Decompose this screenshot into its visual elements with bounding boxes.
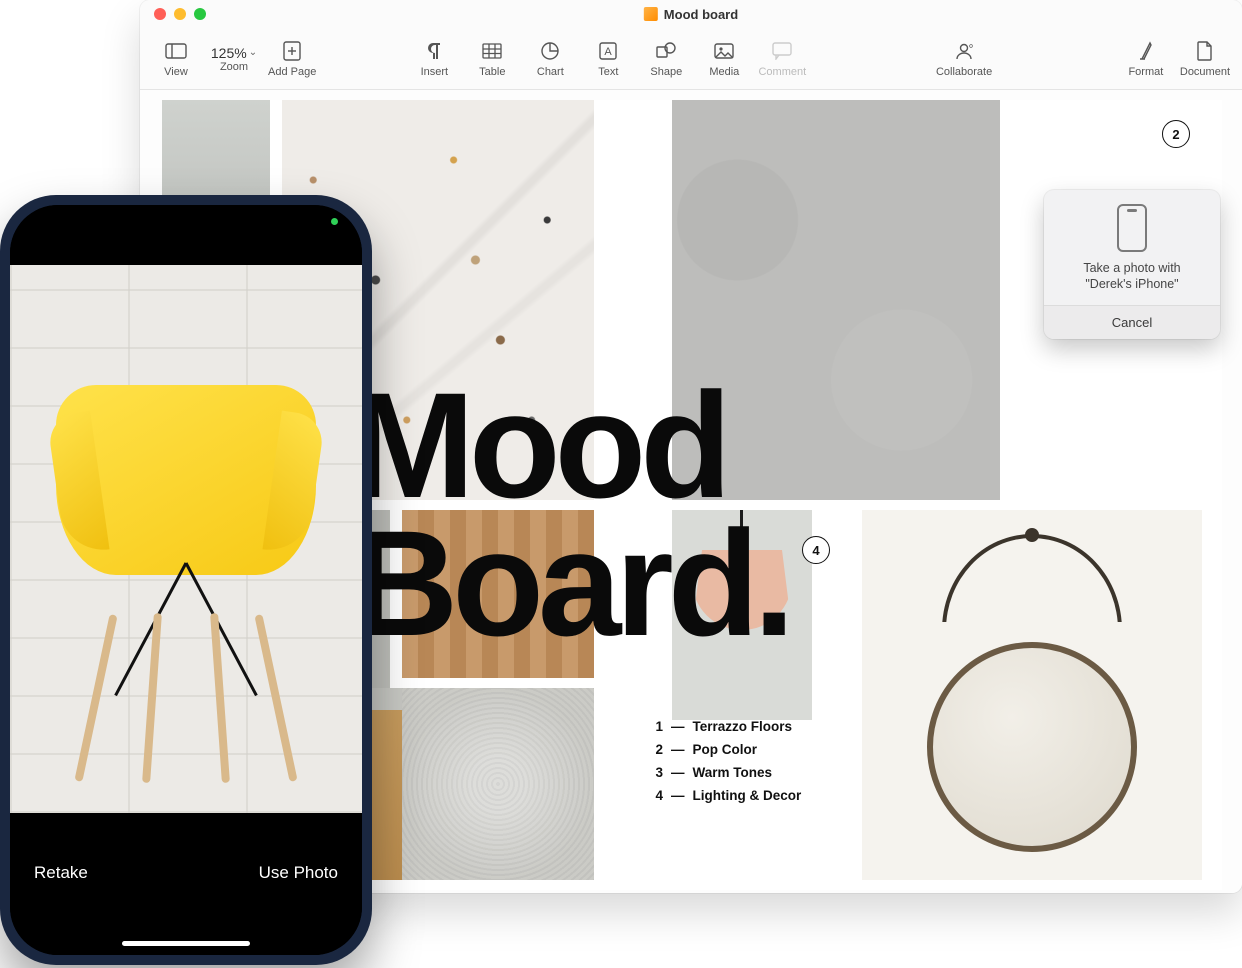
legend-label: Pop Color (693, 739, 758, 762)
zoom-value: 125% (211, 45, 247, 61)
sidebar-icon (165, 40, 187, 62)
toolbar: View 125% ⌄ Zoom Add Page Insert (140, 28, 1242, 90)
minimize-window-button[interactable] (174, 8, 186, 20)
iphone-device: Retake Use Photo (0, 195, 372, 965)
document-label: Document (1180, 66, 1230, 78)
moodboard-image-mirror[interactable] (862, 510, 1202, 880)
zoom-label: Zoom (220, 61, 248, 73)
insert-button[interactable]: Insert (410, 40, 458, 78)
use-photo-button[interactable]: Use Photo (259, 863, 338, 883)
window-title: Mood board (644, 7, 738, 22)
zoom-control[interactable]: 125% ⌄ Zoom (210, 45, 258, 73)
collaborate-button[interactable]: Collaborate (936, 40, 992, 78)
legend-label: Lighting & Decor (693, 785, 802, 808)
shape-button[interactable]: Shape (642, 40, 690, 78)
collaborate-label: Collaborate (936, 66, 992, 78)
table-label: Table (479, 66, 505, 78)
view-label: View (164, 66, 188, 78)
comment-icon (771, 40, 793, 62)
text-button[interactable]: A Text (584, 40, 632, 78)
legend-row: 4—Lighting & Decor (649, 785, 801, 808)
add-page-icon (281, 40, 303, 62)
view-button[interactable]: View (152, 40, 200, 78)
document-icon (644, 7, 658, 21)
legend-row: 3—Warm Tones (649, 762, 801, 785)
callout-2[interactable]: 2 (1162, 120, 1190, 148)
document-title[interactable]: Mood Board. (350, 376, 789, 652)
document-settings-icon (1194, 40, 1216, 62)
collaborate-icon (953, 40, 975, 62)
iphone-notch (111, 205, 261, 235)
window-title-text: Mood board (664, 7, 738, 22)
table-button[interactable]: Table (468, 40, 516, 78)
legend-label: Warm Tones (693, 762, 773, 785)
camera-bottom-bar: Retake Use Photo (10, 813, 362, 955)
text-icon: A (597, 40, 619, 62)
comment-label: Comment (758, 66, 806, 78)
mirror-face-graphic (927, 642, 1137, 852)
iphone-screen: Retake Use Photo (10, 205, 362, 955)
add-page-label: Add Page (268, 66, 316, 78)
camera-photo-preview[interactable] (10, 265, 362, 813)
chair-photo-graphic (56, 385, 316, 765)
media-button[interactable]: Media (700, 40, 748, 78)
home-indicator[interactable] (122, 941, 250, 946)
comment-button[interactable]: Comment (758, 40, 806, 78)
add-page-button[interactable]: Add Page (268, 40, 316, 78)
table-icon (481, 40, 503, 62)
shape-icon (655, 40, 677, 62)
moodboard-image-fur[interactable] (402, 688, 594, 880)
insert-label: Insert (421, 66, 449, 78)
chart-icon (539, 40, 561, 62)
fullscreen-window-button[interactable] (194, 8, 206, 20)
text-label: Text (598, 66, 618, 78)
camera-active-indicator (331, 218, 338, 225)
chart-label: Chart (537, 66, 564, 78)
legend-row: 2—Pop Color (649, 739, 801, 762)
format-button[interactable]: Format (1122, 40, 1170, 78)
svg-text:A: A (605, 46, 613, 58)
popover-cancel-button[interactable]: Cancel (1044, 305, 1220, 339)
legend-list[interactable]: 1—Terrazzo Floors 2—Pop Color 3—Warm Ton… (649, 716, 801, 808)
document-button[interactable]: Document (1180, 40, 1230, 78)
popover-text: Take a photo with "Derek's iPhone" (1054, 260, 1210, 293)
title-line2: Board. (350, 499, 789, 667)
chevron-down-icon: ⌄ (249, 47, 257, 58)
shape-label: Shape (650, 66, 682, 78)
popover-body: Take a photo with "Derek's iPhone" (1044, 190, 1220, 305)
format-label: Format (1128, 66, 1163, 78)
format-icon (1135, 40, 1157, 62)
legend-row: 1—Terrazzo Floors (649, 716, 801, 739)
traffic-lights (140, 8, 206, 20)
close-window-button[interactable] (154, 8, 166, 20)
pilcrow-icon (423, 40, 445, 62)
chart-button[interactable]: Chart (526, 40, 574, 78)
media-icon (713, 40, 735, 62)
continuity-camera-popover: Take a photo with "Derek's iPhone" Cance… (1044, 190, 1220, 339)
phone-outline-icon (1117, 204, 1147, 252)
legend-label: Terrazzo Floors (693, 716, 793, 739)
media-label: Media (709, 66, 739, 78)
window-titlebar: Mood board (140, 0, 1242, 28)
callout-4[interactable]: 4 (802, 536, 830, 564)
retake-button[interactable]: Retake (34, 863, 88, 883)
